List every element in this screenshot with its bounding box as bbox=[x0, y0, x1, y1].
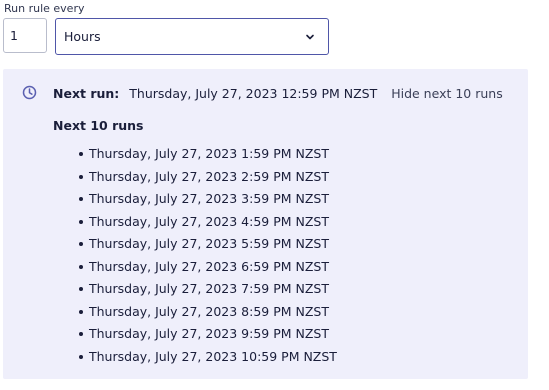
run-time: Thursday, July 27, 2023 10:59 PM NZST bbox=[89, 348, 337, 364]
run-time: Thursday, July 27, 2023 9:59 PM NZST bbox=[89, 326, 329, 341]
bullet-icon bbox=[79, 332, 83, 336]
run-list-item: Thursday, July 27, 2023 3:59 PM NZST bbox=[78, 190, 337, 213]
run-time: Thursday, July 27, 2023 4:59 PM NZST bbox=[89, 213, 329, 229]
run-list-item: Thursday, July 27, 2023 5:59 PM NZST bbox=[78, 235, 337, 258]
run-rule-label: Run rule every bbox=[4, 2, 85, 15]
run-rule-settings: Run rule every Hours Next run: Thursday,… bbox=[0, 0, 549, 390]
bullet-icon bbox=[79, 309, 83, 314]
hide-next-runs-link[interactable]: Hide next 10 runs bbox=[391, 86, 503, 101]
run-list-item: Thursday, July 27, 2023 2:59 PM NZST bbox=[78, 168, 337, 191]
bullet-icon bbox=[79, 242, 83, 246]
run-time: Thursday, July 27, 2023 2:59 PM NZST bbox=[89, 168, 329, 184]
next-run-value: Thursday, July 27, 2023 12:59 PM NZST bbox=[129, 86, 378, 101]
schedule-panel: Next run: Thursday, July 27, 2023 12:59 … bbox=[3, 69, 528, 379]
run-time: Thursday, July 27, 2023 6:59 PM NZST bbox=[89, 258, 329, 274]
run-list-item: Thursday, July 27, 2023 6:59 PM NZST bbox=[78, 258, 337, 281]
bullet-icon bbox=[79, 197, 83, 201]
run-list-item: Thursday, July 27, 2023 9:59 PM NZST bbox=[78, 325, 337, 348]
run-list-item: Thursday, July 27, 2023 7:59 PM NZST bbox=[78, 280, 337, 303]
run-time: Thursday, July 27, 2023 5:59 PM NZST bbox=[89, 236, 329, 251]
bullet-icon bbox=[79, 152, 83, 156]
chevron-down-icon bbox=[306, 34, 314, 40]
run-time: Thursday, July 27, 2023 8:59 PM NZST bbox=[89, 303, 329, 319]
next-run-row: Next run: Thursday, July 27, 2023 12:59 … bbox=[53, 85, 503, 102]
interval-unit-select[interactable]: Hours bbox=[55, 18, 329, 55]
next-runs-title: Next 10 runs bbox=[53, 118, 144, 133]
bullet-icon bbox=[79, 174, 83, 179]
next-runs-list: Thursday, July 27, 2023 1:59 PM NZST Thu… bbox=[78, 145, 337, 370]
bullet-icon bbox=[79, 219, 83, 224]
bullet-icon bbox=[79, 354, 83, 359]
clock-icon bbox=[22, 85, 37, 100]
next-run-label: Next run: bbox=[53, 86, 120, 101]
run-time: Thursday, July 27, 2023 3:59 PM NZST bbox=[89, 191, 329, 206]
run-time: Thursday, July 27, 2023 7:59 PM NZST bbox=[89, 281, 329, 296]
run-time: Thursday, July 27, 2023 1:59 PM NZST bbox=[89, 146, 329, 161]
bullet-icon bbox=[79, 287, 83, 291]
run-list-item: Thursday, July 27, 2023 4:59 PM NZST bbox=[78, 213, 337, 236]
interval-unit-value: Hours bbox=[64, 29, 101, 44]
run-list-item: Thursday, July 27, 2023 1:59 PM NZST bbox=[78, 145, 337, 168]
interval-input[interactable] bbox=[3, 18, 47, 53]
run-list-item: Thursday, July 27, 2023 10:59 PM NZST bbox=[78, 348, 337, 371]
run-list-item: Thursday, July 27, 2023 8:59 PM NZST bbox=[78, 303, 337, 326]
bullet-icon bbox=[79, 264, 83, 269]
